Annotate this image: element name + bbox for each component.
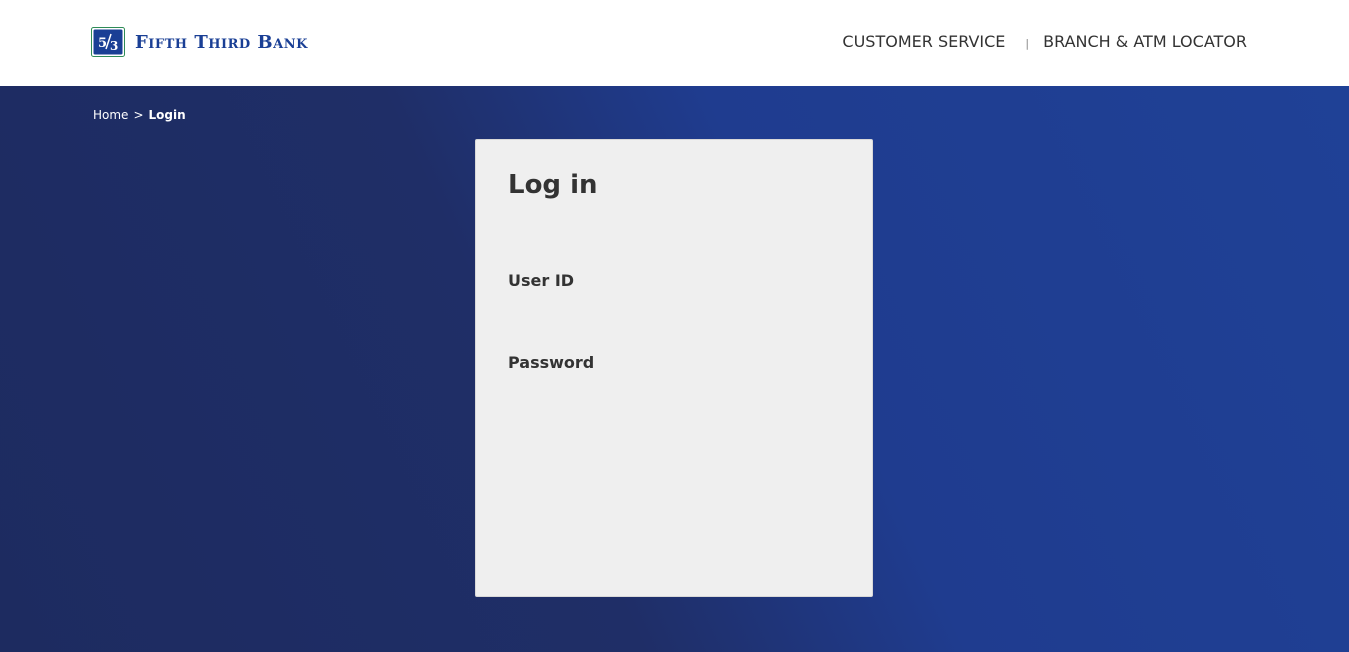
breadcrumb: Home > Login	[93, 108, 186, 122]
chevron-right-icon: >	[133, 108, 144, 122]
nav-branch-atm-locator[interactable]: BRANCH & ATM LOCATOR	[1043, 32, 1247, 51]
breadcrumb-home[interactable]: Home	[93, 108, 128, 122]
login-title: Log in	[508, 170, 598, 200]
logo-text: Fifth Third Bank	[135, 31, 308, 53]
breadcrumb-current: Login	[148, 108, 186, 122]
nav-separator: |	[1025, 37, 1030, 50]
logo-link[interactable]: 5 3 Fifth Third Bank	[91, 27, 308, 57]
fifth-third-logo-icon: 5 3	[91, 27, 125, 57]
svg-text:3: 3	[110, 39, 118, 53]
site-header: 5 3 Fifth Third Bank CUSTOMER SERVICE | …	[0, 0, 1349, 86]
top-nav: CUSTOMER SERVICE | BRANCH & ATM LOCATOR	[842, 32, 1247, 51]
nav-customer-service[interactable]: CUSTOMER SERVICE	[842, 32, 1005, 51]
hero-section: Home > Login Log in User ID Password	[0, 86, 1349, 652]
login-card: Log in User ID Password	[475, 139, 873, 597]
password-label: Password	[508, 353, 595, 372]
user-id-label: User ID	[508, 271, 575, 290]
